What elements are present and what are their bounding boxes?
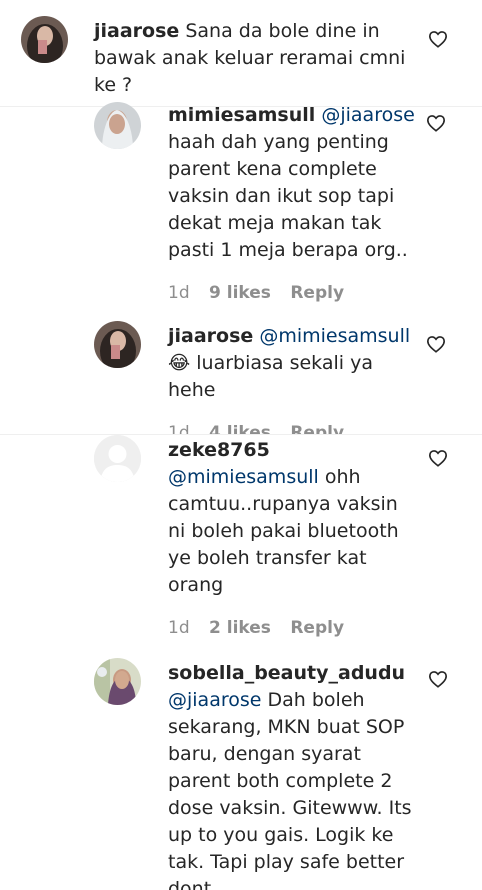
comment-likes[interactable]: 4 likes [209,423,271,434]
comment-mention[interactable]: @mimiesamsull [168,466,319,488]
comment-username[interactable]: mimiesamsull [168,104,315,126]
comment-text-line: dekat meja makan tak [168,212,382,234]
comment-body: jiaarose @mimiesamsull [168,323,410,350]
comment-text: Dah boleh [267,689,365,711]
comment-meta: 1d 4 likes Reply [168,423,358,434]
comment-username[interactable]: zeke8765 [168,437,270,464]
comment-time: 1d [168,283,190,303]
comment-text-line: 😂 luarbiasa sekali ya [168,350,373,377]
avatar[interactable] [94,321,141,368]
comment-reply-item: mimiesamsull @jiaarose haah dah yang pen… [0,94,482,310]
heart-outline-icon[interactable] [428,449,448,467]
comment-text-line: dose vaksin. Gitewww. Its [168,797,412,819]
comment-likes[interactable]: 2 likes [209,618,271,638]
comment-mention[interactable]: @mimiesamsull [259,325,410,347]
comment-text-line: haah dah yang penting [168,131,389,153]
comment-body: @mimiesamsull ohh [168,464,361,491]
comment-text-line: dont [168,878,212,890]
avatar[interactable] [21,16,68,63]
comment-text-line: orang [168,574,224,596]
comment-meta: 1d 9 likes Reply [168,283,358,303]
reply-button[interactable]: Reply [290,618,344,638]
comment-text-line: Sana da bole dine in [185,20,380,42]
comment-text-line: ye boleh transfer kat [168,547,367,569]
comment-text-line: parent kena complete [168,158,377,180]
comment-time: 1d [168,618,190,638]
reply-button[interactable]: Reply [290,423,344,434]
comment-body: mimiesamsull @jiaarose [168,102,415,129]
emoji-laughing: 😂 [168,352,191,374]
comment-body: jiaarose Sana da bole dine in [94,18,380,45]
heart-outline-icon[interactable] [426,114,446,132]
comment-item: jiaarose Sana da bole dine in bawak anak… [0,0,482,106]
heart-outline-icon[interactable] [428,30,448,48]
comment-username[interactable]: jiaarose [168,325,253,347]
comment-text-line: up to you gais. Logik ke [168,824,394,846]
comment-text-line: camtuu..rupanya vaksin [168,493,398,515]
comment-mention[interactable]: @jiaarose [168,689,261,711]
comment-text-line: parent both complete 2 [168,770,393,792]
avatar[interactable] [94,658,141,705]
comment-text-line: hehe [168,379,216,401]
reply-button[interactable]: Reply [290,283,344,303]
heart-outline-icon[interactable] [428,670,448,688]
comment-item: zeke8765 @mimiesamsull ohh camtuu..rupan… [0,434,482,652]
comment-username[interactable]: sobella_beauty_adudu [168,660,405,687]
comment-username[interactable]: jiaarose [94,20,179,42]
default-avatar-icon[interactable] [94,435,141,482]
comment-text: luarbiasa sekali ya [196,352,373,374]
comment-time: 1d [168,423,190,434]
comment-text-line: baru, dengan syarat [168,743,361,765]
comment-text-line: sekarang, MKN buat SOP [168,716,405,738]
comment-item: sobella_beauty_adudu @jiaarose Dah boleh… [0,652,482,890]
comment-text: ohh [324,466,361,488]
comment-text-line: bawak anak keluar reramai cmni [94,47,406,69]
comment-reply-item: jiaarose @mimiesamsull 😂 luarbiasa sekal… [0,310,482,434]
comment-text-line: pasti 1 meja berapa org.. [168,239,408,261]
comment-text-line: tak. Tapi play safe better [168,851,405,873]
comment-text-line: vaksin dan ikut sop tapi [168,185,395,207]
comment-likes[interactable]: 9 likes [209,283,271,303]
comment-meta: 1d 2 likes Reply [168,618,358,638]
heart-outline-icon[interactable] [426,335,446,353]
comment-text-line: ni boleh pakai bluetooth [168,520,399,542]
comment-body: @jiaarose Dah boleh [168,687,365,714]
avatar[interactable] [94,102,141,149]
comment-mention[interactable]: @jiaarose [321,104,414,126]
